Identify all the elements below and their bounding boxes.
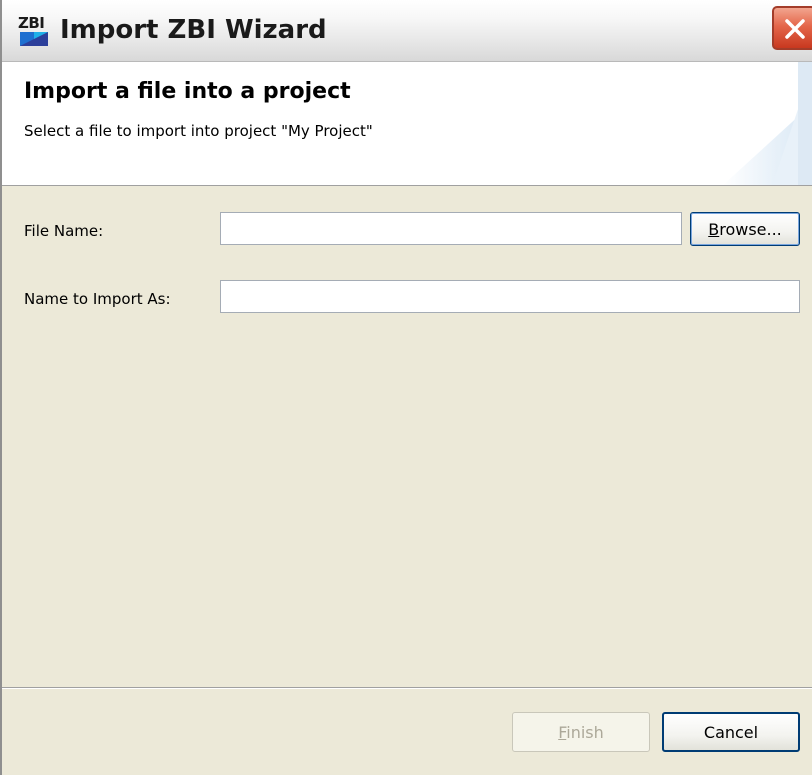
import-as-input[interactable] xyxy=(220,280,800,313)
close-button[interactable] xyxy=(772,6,812,50)
zbi-app-icon: ZBI xyxy=(18,16,54,50)
import-as-label: Name to Import As: xyxy=(24,290,171,308)
app-icon-graphic xyxy=(20,32,48,46)
page-description: Select a file to import into project "My… xyxy=(24,122,373,140)
browse-button-label: Browse... xyxy=(708,219,782,239)
close-x-icon xyxy=(785,19,805,39)
window-title: Import ZBI Wizard xyxy=(60,15,327,45)
finish-button-label: Finish xyxy=(558,722,604,742)
cancel-button[interactable]: Cancel xyxy=(662,712,800,752)
page-title: Import a file into a project xyxy=(24,79,351,104)
browse-button[interactable]: Browse... xyxy=(690,212,800,246)
import-zbi-wizard-window: ZBI Import ZBI Wizard Import a file into… xyxy=(0,0,812,775)
cancel-button-label: Cancel xyxy=(703,722,759,742)
finish-button[interactable]: Finish xyxy=(512,712,650,752)
header-banner-graphic xyxy=(723,62,812,185)
footer-separator xyxy=(2,687,812,689)
file-name-input[interactable] xyxy=(220,212,682,245)
file-name-label: File Name: xyxy=(24,222,104,240)
wizard-header: Import a file into a project Select a fi… xyxy=(2,62,812,186)
title-bar[interactable]: ZBI Import ZBI Wizard xyxy=(2,0,812,62)
